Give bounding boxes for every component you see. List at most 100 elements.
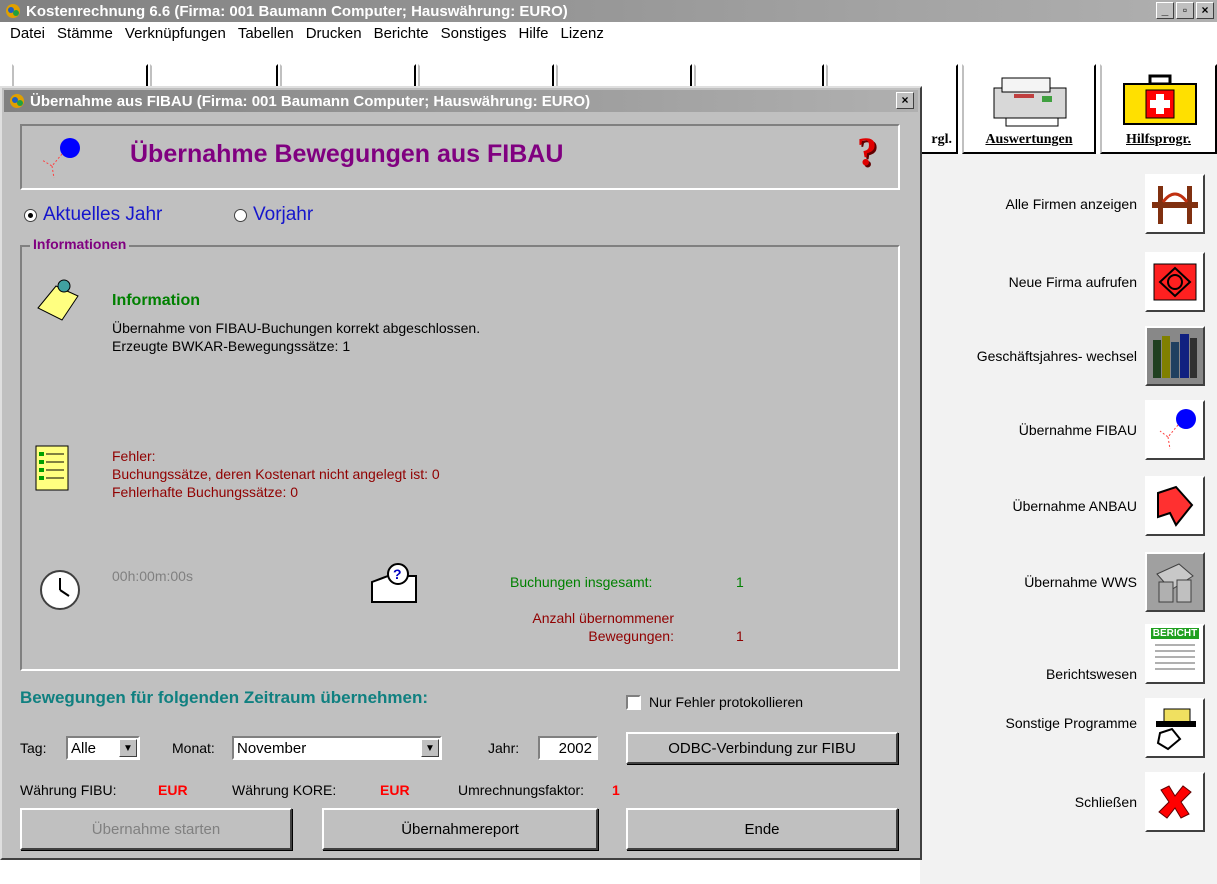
toolbar-hilfsprogr-label: Hilfsprogr. — [1126, 132, 1191, 147]
menu-berichte[interactable]: Berichte — [374, 25, 429, 42]
sidebar-label: Geschäftsjahres- wechsel — [976, 348, 1137, 364]
help-icon[interactable]: ? — [857, 128, 877, 175]
sidebar-label: Neue Firma aufrufen — [1008, 274, 1137, 290]
elapsed-time: 00h:00m:00s — [112, 568, 193, 584]
odbc-button[interactable]: ODBC-Verbindung zur FIBU — [626, 732, 898, 764]
menu-verknuepfungen[interactable]: Verknüpfungen — [125, 25, 226, 42]
balloon-icon[interactable] — [1145, 400, 1205, 460]
inbox-question-icon: ? — [371, 563, 417, 603]
radio-current-year[interactable]: Aktuelles Jahr — [24, 204, 162, 226]
hand-printer-icon[interactable] — [1145, 698, 1205, 758]
sidebar-label: Schließen — [1074, 794, 1137, 810]
total-bookings-label: Buchungen insgesamt: — [510, 574, 653, 590]
sidebar-item-uebernahme-fibau[interactable]: Übernahme FIBAU — [1019, 400, 1205, 460]
sidebar-label: Übernahme ANBAU — [1012, 498, 1137, 514]
dialog-titlebar: Übernahme aus FIBAU (Firma: 001 Baumann … — [4, 90, 918, 112]
currency-fibu-value: EUR — [158, 782, 188, 798]
app-title: Kostenrechnung 6.6 (Firma: 001 Baumann C… — [26, 2, 568, 20]
toolbar-auswertungen-label: Auswertungen — [985, 132, 1073, 147]
period-title: Bewegungen für folgenden Zeitraum überne… — [20, 688, 429, 707]
menu-sonstiges[interactable]: Sonstiges — [441, 25, 507, 42]
year-input[interactable]: 2002 — [538, 736, 598, 760]
sidebar-item-berichtswesen[interactable]: Berichtswesen BERICHT — [1046, 624, 1205, 684]
report-header: BERICHT — [1151, 628, 1199, 639]
moved-label-2: Bewegungen: — [588, 628, 674, 644]
moved-value: 1 — [736, 628, 744, 644]
menu-lizenz[interactable]: Lizenz — [560, 25, 603, 42]
radio-previous-year[interactable]: Vorjahr — [234, 204, 313, 226]
sidebar-item-uebernahme-anbau[interactable]: Übernahme ANBAU — [1012, 476, 1205, 536]
end-button[interactable]: Ende — [626, 808, 898, 850]
red-x-icon[interactable] — [1145, 772, 1205, 832]
chevron-down-icon[interactable]: ▼ — [421, 739, 439, 757]
group-label: Informationen — [30, 236, 130, 252]
radio-prev-label: Vorjahr — [253, 204, 314, 225]
factor-value: 1 — [612, 782, 620, 798]
sidebar-label: Alle Firmen anzeigen — [1005, 196, 1137, 212]
folders-icon[interactable] — [1145, 552, 1205, 612]
report-icon[interactable]: BERICHT — [1145, 624, 1205, 684]
info-line-1: Übernahme von FIBAU-Buchungen korrekt ab… — [112, 320, 481, 336]
toolbar-hilfsprogr-button[interactable]: Hilfsprogr. — [1100, 64, 1217, 154]
menu-hilfe[interactable]: Hilfe — [518, 25, 548, 42]
arrow-icon[interactable] — [1145, 476, 1205, 536]
first-aid-kit-icon — [1123, 74, 1197, 125]
sidebar-label: Übernahme WWS — [1024, 574, 1137, 590]
app-titlebar: Kostenrechnung 6.6 (Firma: 001 Baumann C… — [0, 0, 1217, 22]
radio-dot — [234, 208, 247, 222]
page-title: Übernahme Bewegungen aus FIBAU — [130, 140, 564, 168]
only-errors-label: Nur Fehler protokollieren — [649, 694, 804, 710]
radio-dot — [24, 208, 37, 222]
day-select[interactable]: Alle ▼ — [66, 736, 140, 760]
sidebar-item-neue-firma[interactable]: Neue Firma aufrufen — [1009, 252, 1205, 312]
menu-datei[interactable]: Datei — [10, 25, 45, 42]
sidebar-label: Sonstige Programme — [1005, 715, 1137, 731]
month-select[interactable]: November ▼ — [232, 736, 442, 760]
menu-drucken[interactable]: Drucken — [306, 25, 362, 42]
info-line-2: Erzeugte BWKAR-Bewegungssätze: 1 — [112, 338, 351, 354]
app-icon — [10, 94, 24, 108]
start-transfer-button[interactable]: Übernahme starten — [20, 808, 292, 850]
sidebar-label: Berichtswesen — [1045, 666, 1137, 682]
fibau-dialog: Übernahme aus FIBAU (Firma: 001 Baumann … — [0, 86, 922, 860]
clock-icon — [40, 570, 80, 610]
close-app-button[interactable]: × — [1196, 2, 1214, 19]
chevron-down-icon[interactable]: ▼ — [119, 739, 137, 757]
currency-fibu-label: Währung FIBU: — [20, 782, 117, 798]
moved-label-1: Anzahl übernommener — [532, 610, 674, 626]
sidebar-item-geschaeftsjahr[interactable]: Geschäftsjahres- wechsel — [977, 326, 1205, 386]
day-label: Tag: — [20, 740, 47, 756]
day-value: Alle — [71, 739, 97, 757]
maximize-button[interactable]: ▫ — [1176, 2, 1194, 19]
red-diamond-icon[interactable] — [1145, 252, 1205, 312]
dialog-close-button[interactable]: × — [896, 92, 914, 109]
dialog-title: Übernahme aus FIBAU (Firma: 001 Baumann … — [30, 92, 591, 110]
currency-kore-label: Währung KORE: — [232, 782, 337, 798]
header-panel: Übernahme Bewegungen aus FIBAU — [20, 124, 900, 190]
transfer-report-button[interactable]: Übernahmereport — [322, 808, 598, 850]
sidebar-item-schliessen[interactable]: Schließen — [1075, 772, 1205, 832]
sidebar-item-uebernahme-wws[interactable]: Übernahme WWS — [1024, 552, 1205, 612]
books-icon[interactable] — [1145, 326, 1205, 386]
note-pin-icon — [37, 279, 79, 321]
menu-tabellen[interactable]: Tabellen — [238, 25, 294, 42]
sidebar-label: Übernahme FIBAU — [1018, 422, 1137, 438]
month-label: Monat: — [172, 740, 215, 756]
sidebar-item-alle-firmen[interactable]: Alle Firmen anzeigen — [1005, 174, 1205, 234]
error-list-icon — [35, 445, 69, 491]
radio-current-label: Aktuelles Jahr — [43, 204, 163, 225]
toolbar-auswertungen-button[interactable]: Auswertungen — [962, 64, 1096, 154]
menubar: Datei Stämme Verknüpfungen Tabellen Druc… — [0, 22, 1217, 44]
app-icon — [6, 4, 20, 18]
printer-icon — [993, 77, 1067, 127]
error-line-2: Fehlerhafte Buchungssätze: 0 — [112, 484, 299, 500]
checkbox-box[interactable] — [626, 694, 641, 710]
currency-kore-value: EUR — [380, 782, 410, 798]
year-label: Jahr: — [488, 740, 520, 756]
menu-staemme[interactable]: Stämme — [57, 25, 113, 42]
only-errors-checkbox[interactable]: Nur Fehler protokollieren — [626, 694, 803, 710]
sidebar-item-sonstige[interactable]: Sonstige Programme — [1005, 698, 1205, 758]
minimize-button[interactable]: _ — [1156, 2, 1174, 19]
year-value: 2002 — [558, 739, 592, 757]
bridge-icon[interactable] — [1145, 174, 1205, 234]
